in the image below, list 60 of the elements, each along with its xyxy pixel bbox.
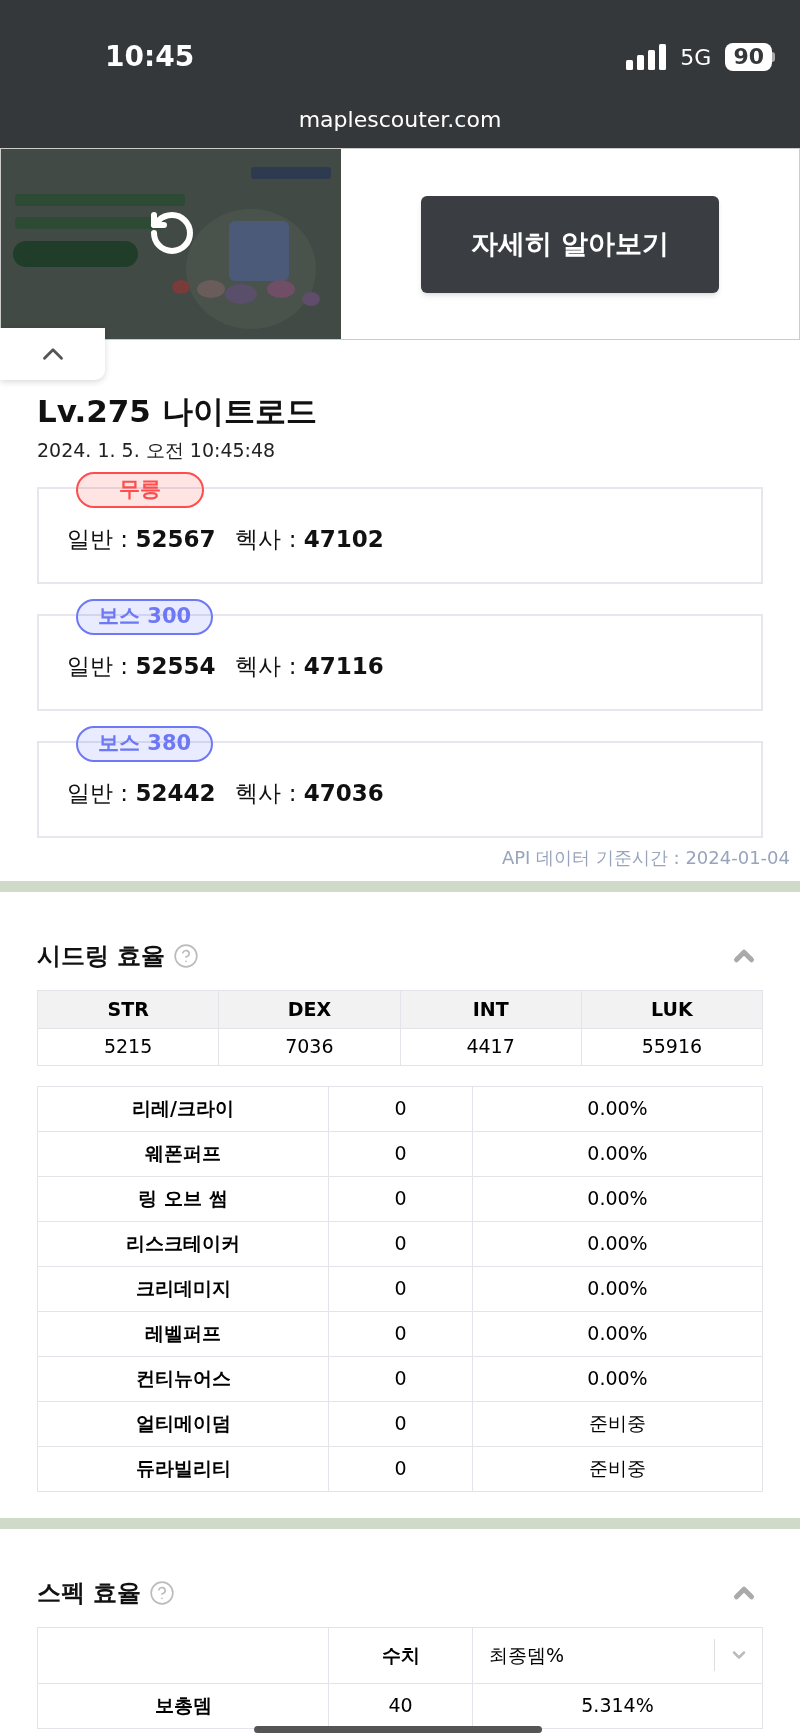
hexa-damage: 헥사 : 47036 <box>235 778 384 808</box>
clock: 10:45 <box>105 39 195 75</box>
help-icon[interactable] <box>173 942 200 969</box>
skill-name: 얼티메이덤 <box>37 1401 329 1446</box>
skill-name: 레벨퍼프 <box>37 1311 329 1356</box>
table-cell: 준비중 <box>472 1401 763 1446</box>
replay-icon[interactable] <box>148 209 196 257</box>
table-cell: 0.00% <box>472 1311 763 1356</box>
skill-name: 리스크테이커 <box>37 1221 329 1266</box>
normal-damage: 일반 : 52442 <box>67 778 216 808</box>
help-icon[interactable] <box>149 1579 176 1606</box>
skill-name: 크리데미지 <box>37 1266 329 1311</box>
network-label: 5G <box>680 43 712 72</box>
learn-more-button[interactable]: 자세히 알아보기 <box>421 195 719 293</box>
table-cell: 0.00% <box>472 1131 763 1176</box>
api-note: API 데이터 기준시간 : 2024-01-04 <box>501 845 790 870</box>
table-cell: 0 <box>328 1176 473 1221</box>
table-cell: 0.00% <box>472 1086 763 1131</box>
section-title: 스펙 효율 <box>37 1577 142 1609</box>
skill-name: 컨티뉴어스 <box>37 1356 329 1401</box>
metric-select[interactable]: 최종뎀% <box>473 1628 762 1682</box>
normal-damage: 일반 : 52554 <box>67 651 216 681</box>
card-tag: 무릉 <box>76 471 204 508</box>
table-cell: 0 <box>328 1266 473 1311</box>
table-cell: 0 <box>328 1401 473 1446</box>
normal-damage: 일반 : 52567 <box>67 524 216 554</box>
table-cell: 0 <box>328 1131 473 1176</box>
skill-name: 링 오브 썸 <box>37 1176 329 1221</box>
column-header: LUK <box>581 990 763 1028</box>
table-cell: 준비중 <box>472 1446 763 1491</box>
timestamp: 2024. 1. 5. 오전 10:45:48 <box>37 438 277 463</box>
table-cell: 0 <box>328 1446 473 1491</box>
table-cell: 0 <box>328 1311 473 1356</box>
table-cell: 0.00% <box>472 1221 763 1266</box>
hexa-damage: 헥사 : 47116 <box>235 651 384 681</box>
column-header: 수치 <box>328 1627 473 1683</box>
character-name: Lv.275 나이트로드 <box>37 392 318 431</box>
table-cell: 0.00% <box>472 1266 763 1311</box>
section-title: 시드링 효율 <box>37 940 166 972</box>
table-cell: 4417 <box>400 1028 582 1065</box>
card-tag: 보스 300 <box>76 598 214 635</box>
battery-icon: 90 <box>725 43 775 71</box>
hexa-damage: 헥사 : 47102 <box>235 524 384 554</box>
skill-name: 웨폰퍼프 <box>37 1131 329 1176</box>
url-label: maplescouter.com <box>298 106 502 134</box>
card-tag: 보스 380 <box>76 725 214 762</box>
table-cell: 5215 <box>37 1028 219 1065</box>
column-header: STR <box>37 990 219 1028</box>
table-cell: 7036 <box>218 1028 400 1065</box>
table-cell: 55916 <box>581 1028 763 1065</box>
skill-name: 듀라빌리티 <box>37 1446 329 1491</box>
table-cell: 0 <box>328 1086 473 1131</box>
table-cell: 0 <box>328 1221 473 1266</box>
column-header: INT <box>400 990 582 1028</box>
signal-icon <box>626 44 667 70</box>
skill-name: 리레/크라이 <box>37 1086 329 1131</box>
table-cell: 0.00% <box>472 1176 763 1221</box>
table-cell: 0 <box>328 1356 473 1401</box>
column-header: DEX <box>218 990 400 1028</box>
table-cell: 0.00% <box>472 1356 763 1401</box>
